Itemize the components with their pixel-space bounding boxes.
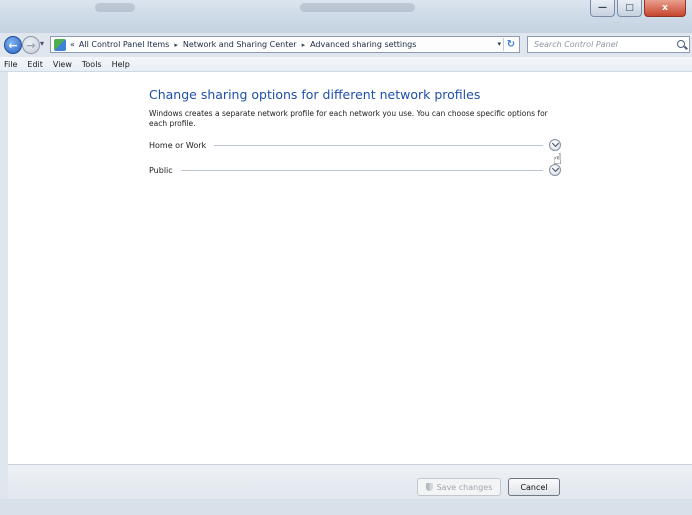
status-bar xyxy=(0,499,692,515)
cancel-label: Cancel xyxy=(520,482,548,492)
search-icon[interactable] xyxy=(677,40,685,48)
profile-home-or-work[interactable]: Home or Work xyxy=(149,138,561,152)
title-blur-center xyxy=(300,3,415,12)
back-button[interactable]: ← xyxy=(4,36,22,54)
breadcrumb-all-control-panel-items[interactable]: All Control Panel Items xyxy=(79,40,169,49)
close-icon: x xyxy=(662,2,668,13)
action-bar: Save changes Cancel xyxy=(8,464,692,500)
cancel-button[interactable]: Cancel xyxy=(508,478,560,496)
address-dropdown-icon[interactable]: ▾ xyxy=(497,40,501,48)
back-arrow-icon: ← xyxy=(8,38,18,52)
menu-bar: File Edit View Tools Help xyxy=(0,57,692,72)
breadcrumb-separator-icon[interactable]: ▸ xyxy=(174,41,178,49)
shield-icon xyxy=(425,483,433,491)
save-changes-label: Save changes xyxy=(436,482,493,492)
close-button[interactable]: x xyxy=(644,0,686,17)
hand-pointer-icon: ☝ xyxy=(553,150,563,168)
title-blur-left xyxy=(95,3,135,12)
divider xyxy=(214,144,543,146)
breadcrumb-advanced-sharing-settings[interactable]: Advanced sharing settings xyxy=(310,40,416,49)
chevron-down-icon xyxy=(551,139,559,148)
breadcrumb-separator-icon[interactable]: ▸ xyxy=(302,41,306,49)
menu-tools[interactable]: Tools xyxy=(77,60,107,69)
maximize-button[interactable]: □ xyxy=(617,0,642,17)
address-overflow-chevron[interactable]: « xyxy=(70,40,75,49)
profile-public[interactable]: Public xyxy=(149,163,561,177)
search-box[interactable] xyxy=(527,36,690,53)
maximize-icon: □ xyxy=(625,2,634,13)
content-area: Change sharing options for different net… xyxy=(8,72,692,464)
navigation-bar: ← → ▾ « All Control Panel Items ▸ Networ… xyxy=(0,35,692,56)
minimize-icon: — xyxy=(598,2,607,13)
control-panel-icon xyxy=(54,38,66,51)
menu-view[interactable]: View xyxy=(48,60,77,69)
breadcrumb: « All Control Panel Items ▸ Network and … xyxy=(70,40,416,49)
window-titlebar[interactable]: — □ x xyxy=(0,0,692,33)
forward-button[interactable]: → xyxy=(22,36,40,54)
page-description: Windows creates a separate network profi… xyxy=(149,109,548,128)
minimize-button[interactable]: — xyxy=(590,0,615,17)
menu-edit[interactable]: Edit xyxy=(22,60,48,69)
forward-arrow-icon: → xyxy=(26,38,36,52)
refresh-icon[interactable]: ↻ xyxy=(503,38,518,51)
profile-label: Public xyxy=(149,165,173,175)
address-bar[interactable]: « All Control Panel Items ▸ Network and … xyxy=(50,36,520,53)
breadcrumb-network-and-sharing-center[interactable]: Network and Sharing Center xyxy=(183,40,297,49)
page-title: Change sharing options for different net… xyxy=(149,87,481,102)
recent-pages-dropdown[interactable]: ▾ xyxy=(40,39,44,48)
window-controls: — □ x xyxy=(590,0,686,17)
divider xyxy=(180,169,543,171)
search-input[interactable] xyxy=(532,39,676,50)
menu-help[interactable]: Help xyxy=(107,60,135,69)
profile-label: Home or Work xyxy=(149,140,207,150)
save-changes-button[interactable]: Save changes xyxy=(417,478,501,496)
menu-file[interactable]: File xyxy=(0,60,22,69)
